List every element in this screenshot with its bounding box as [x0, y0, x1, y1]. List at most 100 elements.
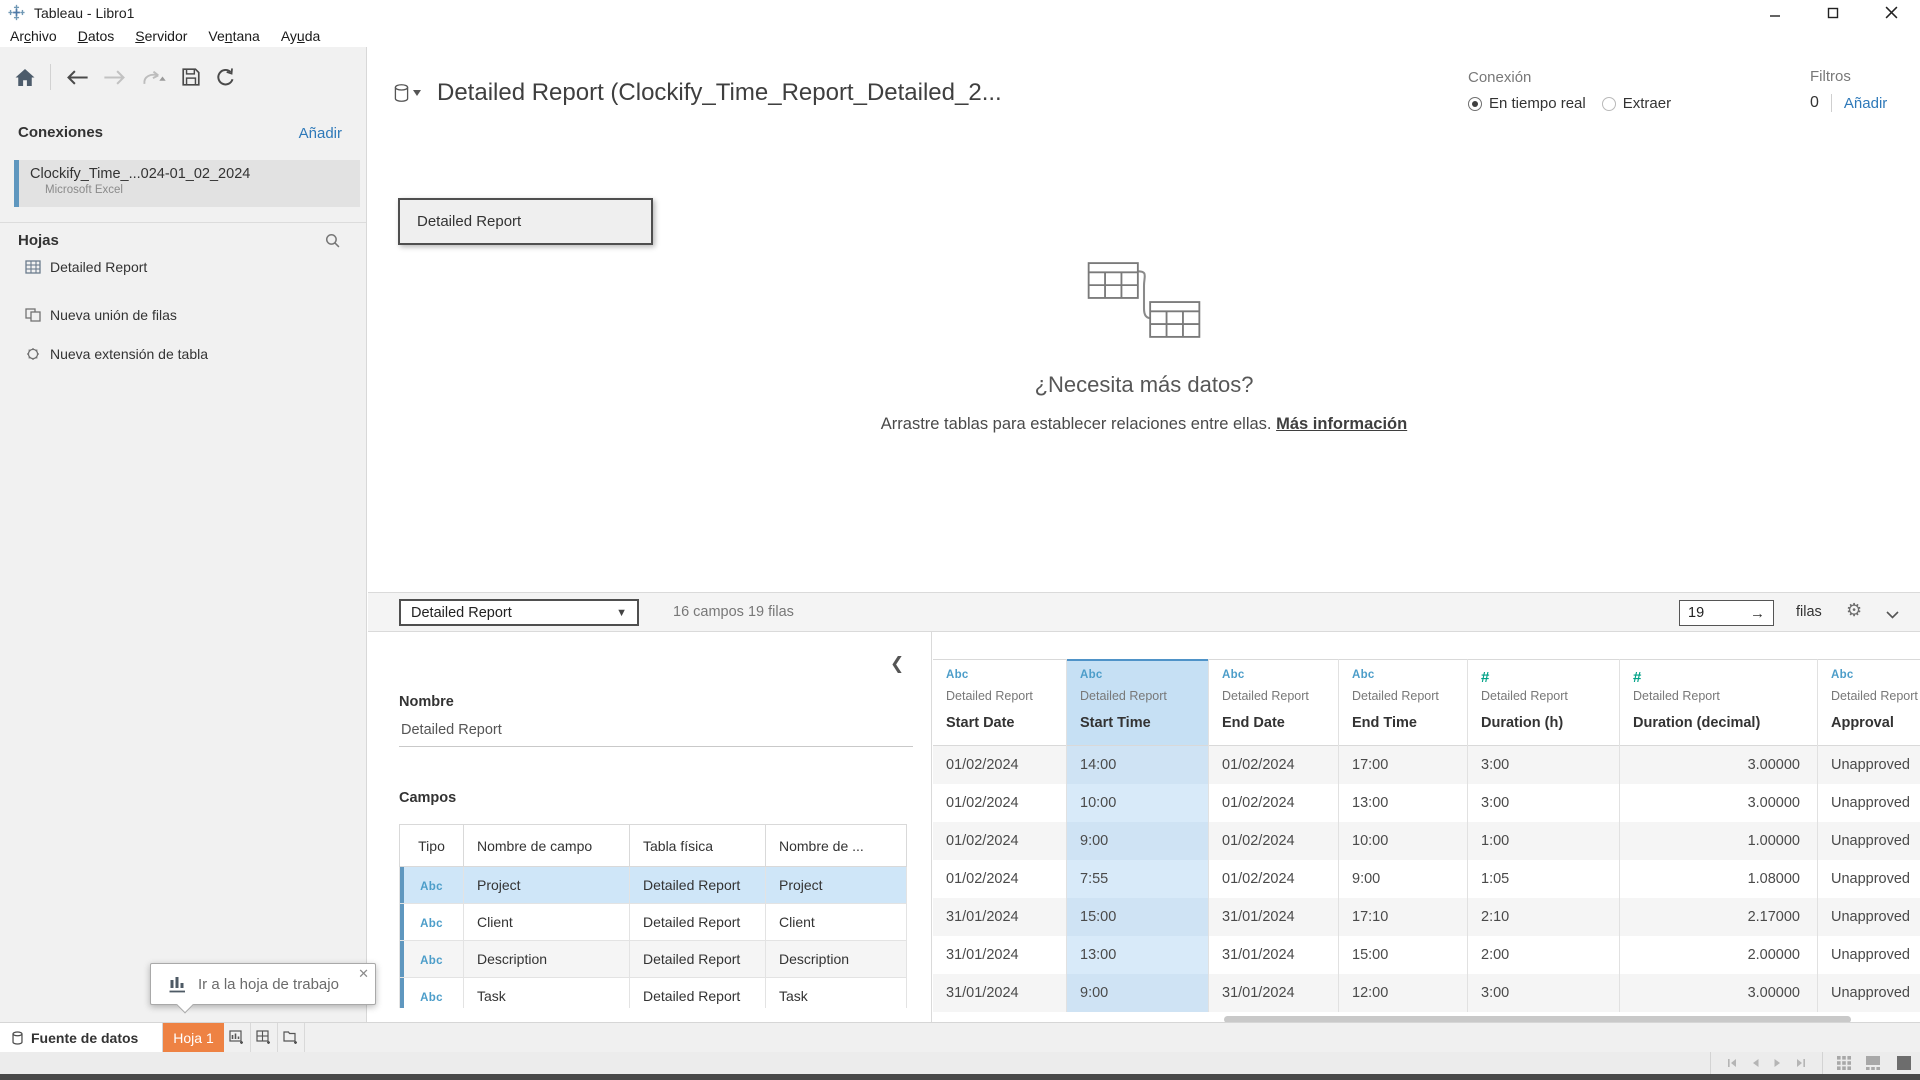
empty-state-sentence: Arrastre tablas para establecer relacion…: [881, 415, 1272, 433]
grid-column-name: Start Date: [946, 715, 1066, 731]
title-bar: Tableau - Libro1: [0, 0, 1920, 25]
go-to-worksheet-tooltip[interactable]: Ir a la hoja de trabajo ✕: [150, 963, 376, 1005]
field-row-client[interactable]: AbcClientDetailed ReportClient: [400, 904, 907, 941]
tab-datasource[interactable]: Fuente de datos: [0, 1023, 163, 1052]
menu-item-ayuda[interactable]: Ayuda: [273, 26, 333, 47]
save-icon[interactable]: [181, 67, 201, 87]
grid-column-header[interactable]: AbcDetailed ReportEnd Date: [1209, 659, 1338, 746]
extract-radio[interactable]: [1602, 97, 1616, 111]
search-icon[interactable]: [325, 233, 340, 253]
grid-cell: 01/02/2024: [933, 822, 1066, 860]
table-selector-dropdown[interactable]: Detailed Report ▼: [399, 599, 639, 626]
dropdown-caret-icon: ▼: [616, 607, 627, 619]
grid-column-header[interactable]: #Detailed ReportDuration (h): [1468, 659, 1619, 746]
sheet-sorter-view-icon[interactable]: [1837, 1056, 1852, 1070]
toolbar: [0, 57, 367, 97]
grid-column-start-time[interactable]: AbcDetailed ReportStart Time14:0010:009:…: [1067, 659, 1209, 1012]
tooltip-close-icon[interactable]: ✕: [358, 966, 369, 982]
grid-cell: 1:00: [1468, 822, 1619, 860]
sheet-item-detailed-report[interactable]: Detailed Report: [25, 259, 147, 275]
grid-column-table: Detailed Report: [1222, 689, 1338, 715]
undo-redo-icon[interactable]: [141, 69, 167, 86]
apply-rows-icon[interactable]: →: [1750, 605, 1765, 622]
close-button[interactable]: [1862, 0, 1920, 25]
first-sheet-icon[interactable]: [1727, 1058, 1738, 1068]
grid-cell: Unapproved: [1818, 936, 1920, 974]
menu-item-servidor[interactable]: Servidor: [127, 26, 200, 47]
new-dashboard-button[interactable]: [251, 1023, 278, 1052]
previous-sheet-icon[interactable]: [1751, 1058, 1760, 1068]
live-radio[interactable]: [1468, 97, 1482, 111]
fields-table-wrap: TipoNombre de campoTabla físicaNombre de…: [399, 824, 907, 1008]
abc-type-icon: Abc: [420, 992, 443, 1004]
sheet-navigation: [1710, 1052, 1823, 1074]
forward-icon[interactable]: [103, 69, 127, 86]
fields-header-0: Tipo: [400, 825, 464, 867]
add-connection-link[interactable]: Añadir: [299, 125, 342, 142]
menu-item-ventana[interactable]: Ventana: [200, 26, 272, 47]
grid-column-start-date[interactable]: AbcDetailed ReportStart Date01/02/202401…: [933, 659, 1067, 1012]
grid-cell: 3:00: [1468, 974, 1619, 1012]
table-name-field[interactable]: Detailed Report: [399, 720, 913, 747]
extract-radio-label[interactable]: Extraer: [1623, 95, 1671, 112]
filters-add-link[interactable]: Añadir: [1844, 95, 1887, 112]
fields-table: TipoNombre de campoTabla físicaNombre de…: [399, 824, 907, 1008]
chevron-down-icon[interactable]: [1886, 606, 1899, 624]
menu-item-archivo[interactable]: Archivo: [2, 26, 70, 47]
grid-column-table: Detailed Report: [1831, 689, 1920, 715]
live-radio-label[interactable]: En tiempo real: [1489, 95, 1586, 112]
next-sheet-icon[interactable]: [1773, 1058, 1782, 1068]
grid-column-end-time[interactable]: AbcDetailed ReportEnd Time17:0013:0010:0…: [1339, 659, 1468, 1012]
home-icon[interactable]: [14, 68, 36, 87]
tab-datasource-label: Fuente de datos: [31, 1030, 138, 1046]
learn-more-link[interactable]: Más información: [1276, 415, 1407, 433]
grid-column-duration-decimal-[interactable]: #Detailed ReportDuration (decimal)3.0000…: [1620, 659, 1818, 1012]
new-union-item[interactable]: Nueva unión de filas: [25, 307, 177, 323]
maximize-button[interactable]: [1804, 0, 1862, 25]
grid-cell: 15:00: [1067, 898, 1208, 936]
table-card-detailed-report[interactable]: Detailed Report: [398, 198, 653, 245]
metadata-pane: ❮ Nombre Detailed Report Campos TipoNomb…: [368, 632, 932, 1022]
toolbar-separator: [50, 64, 51, 90]
filmstrip-view-icon[interactable]: [1866, 1056, 1883, 1070]
menu-item-datos[interactable]: Datos: [70, 26, 128, 47]
new-story-button[interactable]: [278, 1023, 305, 1052]
minimize-button[interactable]: [1746, 0, 1804, 25]
grid-cell: 31/01/2024: [933, 974, 1066, 1012]
menu-bar: ArchivoDatosServidorVentanaAyuda: [0, 25, 1920, 47]
grid-cell: 13:00: [1339, 784, 1467, 822]
physical-table-cell: Detailed Report: [630, 941, 766, 978]
grid-column-header[interactable]: AbcDetailed ReportApproval: [1818, 659, 1920, 746]
grid-column-header[interactable]: #Detailed ReportDuration (decimal): [1620, 659, 1817, 746]
field-row-task[interactable]: AbcTaskDetailed ReportTask: [400, 978, 907, 1009]
grid-column-end-date[interactable]: AbcDetailed ReportEnd Date01/02/202401/0…: [1209, 659, 1339, 1012]
datasource-icon[interactable]: [394, 83, 421, 103]
grid-cell: 31/01/2024: [1209, 974, 1338, 1012]
grid-cell: 9:00: [1339, 860, 1467, 898]
grid-column-header[interactable]: AbcDetailed ReportStart Time: [1067, 659, 1208, 746]
grid-column-header[interactable]: AbcDetailed ReportEnd Time: [1339, 659, 1467, 746]
connection-item[interactable]: Clockify_Time_...024-01_02_2024 Microsof…: [14, 160, 360, 207]
grid-cell: Unapproved: [1818, 746, 1920, 784]
collapse-pane-icon[interactable]: ❮: [890, 654, 904, 674]
field-row-project[interactable]: AbcProjectDetailed ReportProject: [400, 867, 907, 904]
relationship-tables-icon: [1084, 259, 1204, 341]
field-name-cell: Client: [464, 904, 630, 941]
grid-cell: 1:05: [1468, 860, 1619, 898]
gear-icon[interactable]: ⚙: [1846, 600, 1862, 621]
grid-column-duration-h-[interactable]: #Detailed ReportDuration (h)3:003:001:00…: [1468, 659, 1620, 1012]
connection-name: Clockify_Time_...024-01_02_2024: [30, 166, 250, 182]
new-worksheet-button[interactable]: [224, 1023, 251, 1052]
single-sheet-view-icon[interactable]: [1897, 1056, 1912, 1070]
field-row-description[interactable]: AbcDescriptionDetailed ReportDescription: [400, 941, 907, 978]
row-count-input[interactable]: 19 →: [1679, 600, 1774, 626]
grid-cell: Unapproved: [1818, 822, 1920, 860]
new-table-extension-item[interactable]: Nueva extensión de tabla: [25, 346, 208, 362]
tab-sheet1[interactable]: Hoja 1: [163, 1023, 224, 1052]
last-sheet-icon[interactable]: [1795, 1058, 1806, 1068]
grid-column-approval[interactable]: AbcDetailed ReportApprovalUnapprovedUnap…: [1818, 659, 1920, 1012]
grid-column-header[interactable]: AbcDetailed ReportStart Date: [933, 659, 1066, 746]
grid-cell: Unapproved: [1818, 860, 1920, 898]
refresh-icon[interactable]: [215, 67, 236, 88]
back-icon[interactable]: [65, 69, 89, 86]
